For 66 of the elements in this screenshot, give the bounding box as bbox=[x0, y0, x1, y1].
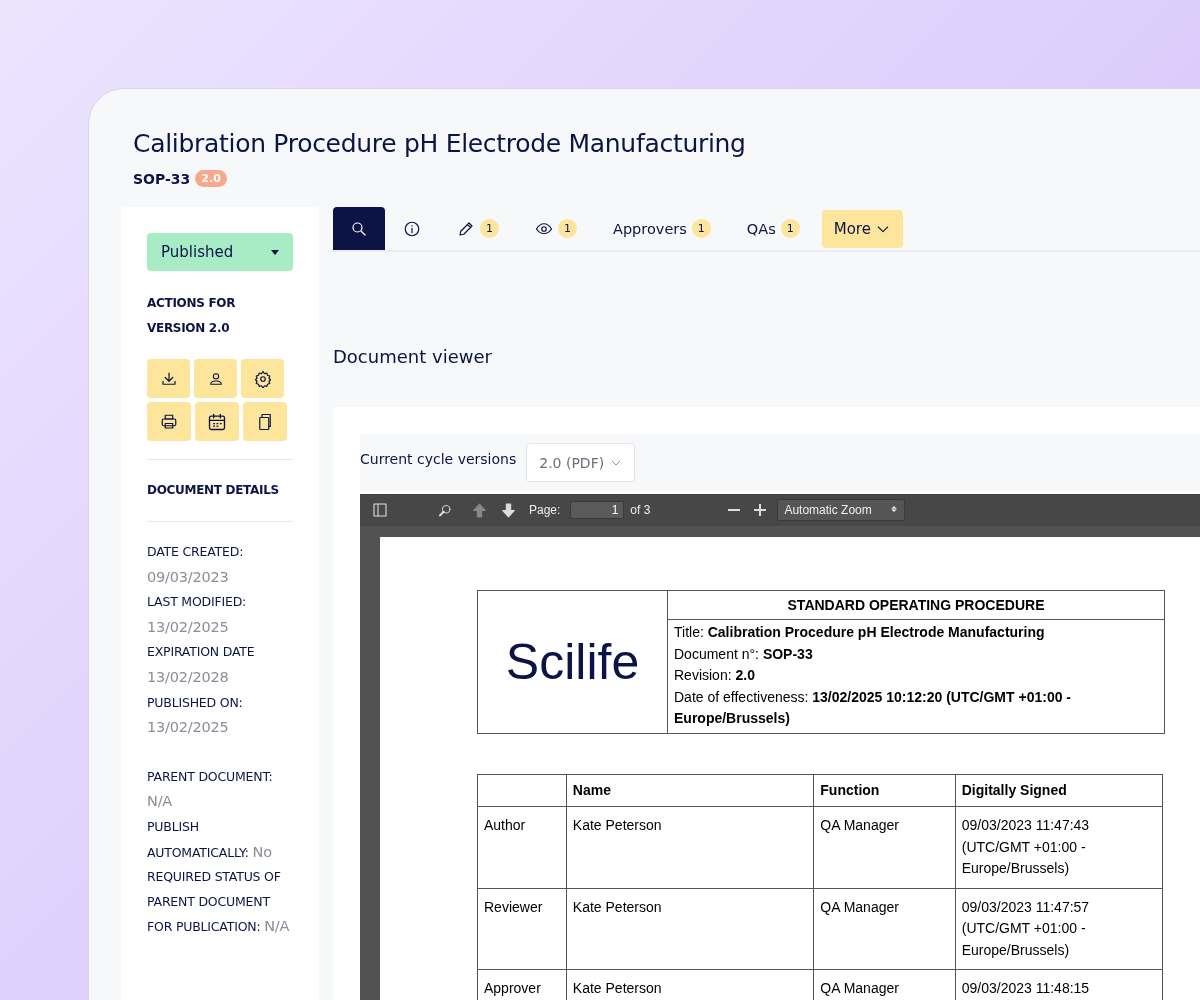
down-arrow-icon bbox=[500, 501, 517, 519]
copy-icon bbox=[256, 412, 274, 431]
count-badge: 1 bbox=[558, 219, 577, 238]
action-button[interactable] bbox=[241, 359, 284, 398]
table-cell: Reviewer bbox=[477, 888, 567, 970]
section-heading: Document viewer bbox=[333, 346, 493, 367]
tab[interactable]: Approvers 1 bbox=[595, 207, 729, 250]
detail-item: PUBLISH AUTOMATICALLY: No bbox=[147, 817, 273, 862]
up-arrow-icon bbox=[471, 501, 488, 519]
action-button[interactable] bbox=[195, 402, 239, 441]
table-cell: Kate Peterson bbox=[566, 888, 814, 970]
tab[interactable]: 1 bbox=[439, 207, 517, 250]
sidebar-toggle-icon bbox=[372, 502, 388, 518]
count-badge: 1 bbox=[691, 219, 711, 238]
calendar-icon bbox=[207, 411, 227, 432]
document-info-line: Document n°: SOP-33 bbox=[674, 644, 814, 664]
document-code: SOP-33 bbox=[133, 170, 191, 187]
search-icon bbox=[350, 219, 368, 238]
column-header: Name bbox=[566, 774, 814, 807]
table-cell: Kate Peterson bbox=[566, 806, 814, 888]
actions-heading: ACTIONS FOR VERSION 2.0 bbox=[147, 295, 237, 337]
user-icon bbox=[207, 370, 224, 387]
page-count: of 3 bbox=[630, 503, 651, 517]
table-cell: Author bbox=[477, 806, 567, 888]
info-icon bbox=[403, 219, 421, 238]
table-cell: 09/03/2023 11:47:43 (UTC/GMT +01:00 - Europe/Brussels) bbox=[955, 806, 1163, 888]
sort-arrows-icon bbox=[889, 504, 898, 514]
logo: Scilife bbox=[477, 590, 668, 733]
action-button[interactable] bbox=[243, 402, 287, 441]
more-button[interactable]: More bbox=[821, 209, 903, 248]
document-info-line: Date of effectiveness: 13/02/2025 10:12:20 (UTC/GMT +01:00 - Europe/Brussels) bbox=[674, 687, 1072, 728]
detail-item: REQUIRED STATUS OF PARENT DOCUMENT FOR PUBLICATION: N/A bbox=[147, 868, 291, 937]
versions-label: Current cycle versions bbox=[360, 450, 517, 467]
detail-item: PARENT DOCUMENT: N/A bbox=[147, 767, 274, 812]
details-heading: DOCUMENT DETAILS bbox=[147, 482, 280, 499]
tab[interactable]: 1 bbox=[517, 207, 595, 250]
detail-item: PUBLISHED ON: 13/02/2025 bbox=[147, 693, 244, 738]
detail-item: DATE CREATED: 09/03/2023 bbox=[147, 543, 245, 587]
caret-icon bbox=[271, 249, 279, 255]
zoom-select[interactable]: Automatic Zoom bbox=[777, 499, 905, 521]
document-info-line: Revision: 2.0 bbox=[674, 666, 756, 685]
action-button[interactable] bbox=[147, 402, 191, 441]
detail-item: LAST MODIFIED: 13/02/2025 bbox=[147, 593, 248, 637]
table-cell: QA Manager bbox=[813, 888, 956, 970]
search-icon bbox=[438, 502, 453, 518]
table-cell: STANDARD OPERATING PROCEDURE bbox=[667, 590, 1165, 620]
page-label: Page: bbox=[529, 503, 561, 517]
version-select[interactable]: 2.0 (PDF) bbox=[526, 443, 636, 482]
tab[interactable] bbox=[333, 207, 385, 250]
tab[interactable]: QAs 1 bbox=[728, 207, 818, 250]
document-info-line: Title: Calibration Procedure pH Electrode Manufacturing bbox=[674, 623, 1046, 642]
column-header: Digitally Signed bbox=[955, 774, 1163, 807]
count-badge: 1 bbox=[480, 219, 499, 238]
table-cell: 09/03/2023 11:47:57 (UTC/GMT +01:00 - Europe/Brussels) bbox=[955, 888, 1163, 970]
table-cell: Approver bbox=[477, 969, 567, 1000]
printer-icon bbox=[160, 412, 178, 431]
table-cell: QA Manager bbox=[813, 806, 956, 888]
status-dropdown[interactable]: Published bbox=[147, 233, 293, 271]
gear-icon bbox=[253, 369, 272, 388]
page-number-field[interactable]: 1 bbox=[570, 501, 625, 519]
zoom-in-icon bbox=[754, 504, 767, 516]
document-title: Calibration Procedure pH Electrode Manufacturing bbox=[133, 129, 747, 158]
count-badge: 1 bbox=[780, 219, 800, 238]
detail-item: EXPIRATION DATE 13/02/2028 bbox=[147, 643, 256, 687]
column-header: Function bbox=[813, 774, 956, 807]
version-badge: 2.0 bbox=[195, 170, 227, 187]
